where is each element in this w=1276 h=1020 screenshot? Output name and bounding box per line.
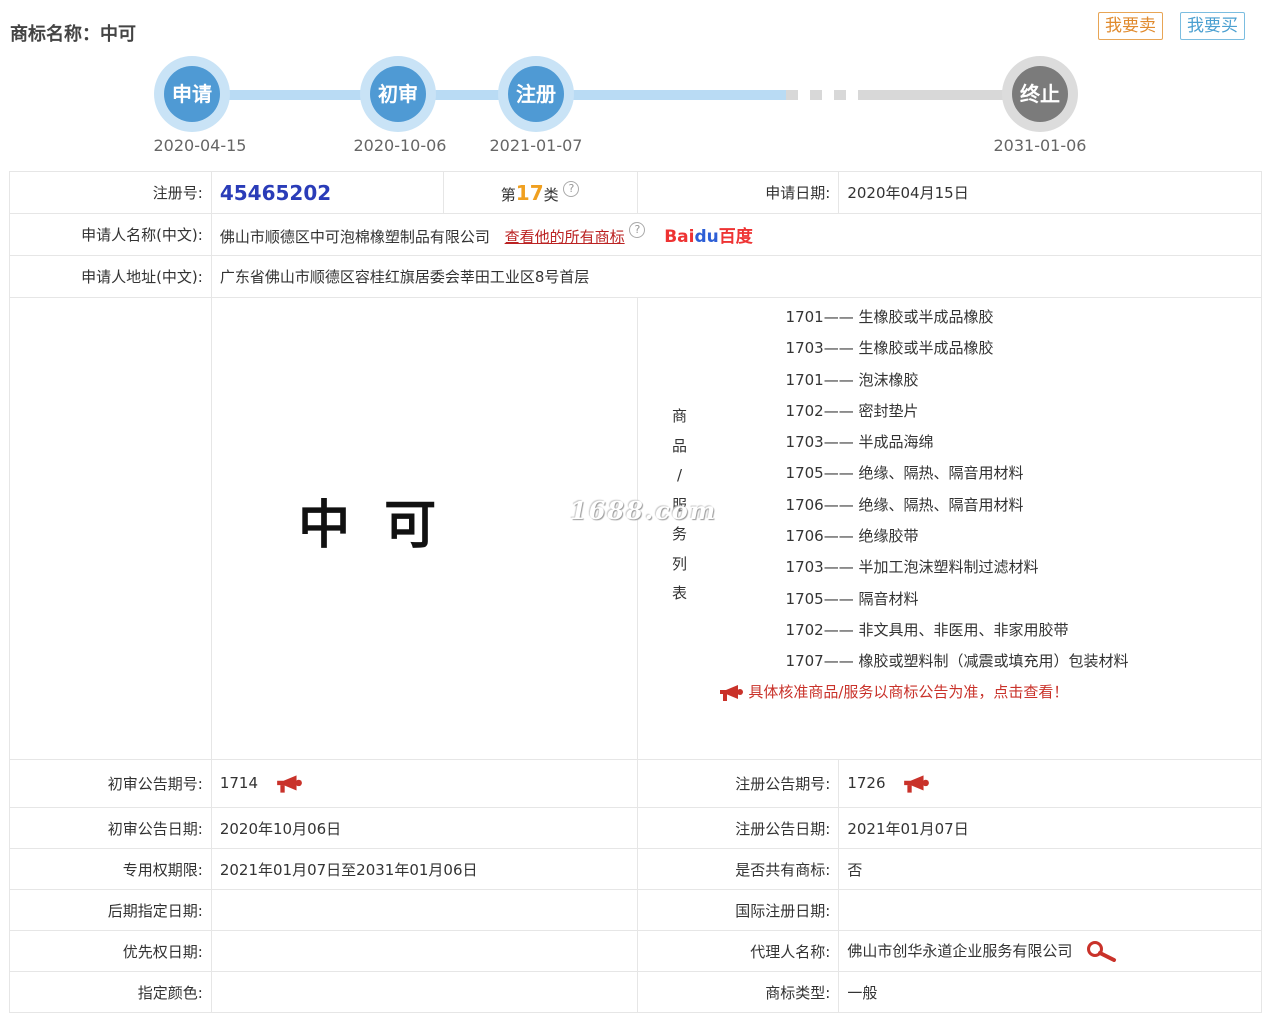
watermark: 1688.com — [570, 496, 718, 525]
applicant-label: 申请人名称(中文): — [9, 213, 212, 256]
table-row: 注册号: 45465202 第17类 ? 申请日期: 2020年04月15日 — [9, 171, 1262, 214]
timeline-step-register: 注册 — [498, 56, 574, 132]
timeline-step-terminate: 终止 — [1002, 56, 1078, 132]
applicant-name: 佛山市顺德区中可泡棉橡塑制品有限公司 — [219, 228, 490, 246]
table-row: 申请人名称(中文): 佛山市顺德区中可泡棉橡塑制品有限公司 查看他的所有商标 ?… — [9, 213, 1263, 256]
timeline-dashed-bar — [786, 90, 852, 100]
list-item: 1702—— 密封垫片 — [785, 401, 919, 420]
reg-no-label: 注册号: — [9, 171, 212, 214]
trademark-info-table: 注册号: 45465202 第17类 ? 申请日期: 2020年04月15日 申… — [9, 171, 1263, 1013]
table-row: 后期指定日期: 国际注册日期: — [9, 889, 1262, 931]
apply-date-label: 申请日期: — [636, 171, 840, 214]
list-item: 1703—— 半成品海绵 — [785, 433, 934, 452]
help-icon[interactable]: ? — [563, 180, 580, 197]
reg-no-cell: 45465202 — [210, 171, 444, 214]
address-label: 申请人地址(中文): — [9, 255, 212, 298]
buy-button[interactable]: 我要买 — [1180, 12, 1245, 40]
megaphone-icon — [719, 684, 743, 701]
class-number: 17 — [515, 180, 544, 205]
timeline-date-apply: 2020-04-15 — [153, 136, 247, 155]
table-row: 专用权期限: 2021年01月07日至2031年01月06日 是否共有商标: 否 — [9, 848, 1262, 890]
mark-image: 中可 — [298, 495, 471, 556]
agent-name: 佛山市创华永道企业服务有限公司 — [847, 941, 1073, 960]
megaphone-icon[interactable] — [902, 774, 930, 794]
list-item: 1705—— 隔音材料 — [785, 589, 919, 608]
megaphone-icon[interactable] — [275, 774, 303, 794]
goods-list: 1701—— 生橡胶或半成品橡胶 1703—— 生橡胶或半成品橡胶 1701——… — [786, 302, 1129, 678]
table-row: 商标图片 中可 商品/服务列表 1701—— 生橡胶或半成品橡胶 1703—— … — [9, 297, 1263, 760]
apply-date-value: 2020年04月15日 — [838, 171, 1262, 214]
list-item: 1706—— 绝缘、隔热、隔音用材料 — [785, 495, 1024, 514]
table-row: 优先权日期: 代理人名称: 佛山市创华永道企业服务有限公司 — [9, 930, 1262, 972]
title-value: 中可 — [100, 24, 136, 45]
timeline-step-apply: 申请 — [154, 56, 230, 132]
list-item: 1702—— 非文具用、非医用、非家用胶带 — [785, 620, 1069, 639]
class-cell: 第17类 ? — [442, 171, 638, 214]
mark-image-cell: 中可 — [210, 297, 638, 760]
list-item: 1703—— 生橡胶或半成品橡胶 — [785, 339, 994, 358]
timeline-progress-bar — [190, 90, 786, 100]
help-icon[interactable]: ? — [629, 222, 646, 238]
timeline-step-preliminary: 初审 — [360, 56, 436, 132]
search-icon[interactable] — [1085, 940, 1117, 963]
applicant-cell: 佛山市顺德区中可泡棉橡塑制品有限公司 查看他的所有商标 ? Baidu百度 — [210, 213, 1263, 256]
preliminary-issue-no: 1714 — [219, 773, 259, 792]
goods-notice-link[interactable]: 具体核准商品/服务以商标公告为准，点击查看！ — [718, 681, 1068, 702]
reg-no-value: 45465202 — [219, 180, 332, 205]
baidu-logo[interactable]: Baidu百度 — [664, 222, 753, 247]
list-item: 1701—— 生橡胶或半成品橡胶 — [785, 308, 994, 326]
table-row: 申请人地址(中文): 广东省佛山市顺德区容桂红旗居委会莘田工业区8号首层 — [9, 255, 1263, 298]
status-timeline: 申请 初审 注册 终止 2020-04-15 2020-10-06 2021-0… — [0, 50, 1276, 165]
title-label: 商标名称： — [10, 24, 100, 45]
paw-icon: du — [694, 227, 719, 247]
list-item: 1707—— 橡胶或塑料制（减震或填充用）包装材料 — [785, 652, 1129, 671]
address-value: 广东省佛山市顺德区容桂红旗居委会莘田工业区8号首层 — [210, 255, 1263, 298]
goods-cell: 商品 / 服务列表 1701—— 生橡胶或半成品橡胶 1703—— 生橡胶或半成品橡… — [636, 297, 1263, 760]
sell-button[interactable]: 我要卖 — [1098, 12, 1163, 40]
timeline-date-preliminary: 2020-10-06 — [353, 136, 447, 155]
table-row: 初审公告期号: 1714 注册公告期号: 1726 — [9, 759, 1262, 808]
list-item: 1706—— 绝缘胶带 — [785, 527, 919, 546]
page-title: 商标名称：中可 — [10, 20, 136, 46]
table-row: 指定颜色: 商标类型: 一般 — [9, 971, 1262, 1013]
timeline-date-register: 2021-01-07 — [489, 136, 583, 155]
list-item: 1701—— 泡沫橡胶 — [785, 370, 919, 389]
list-item: 1705—— 绝缘、隔热、隔音用材料 — [785, 464, 1024, 483]
list-item: 1703—— 半加工泡沫塑料制过滤材料 — [785, 558, 1039, 577]
timeline-date-terminate: 2031-01-06 — [993, 136, 1087, 155]
register-issue-no: 1726 — [847, 773, 886, 792]
table-row: 初审公告日期: 2020年10月06日 注册公告日期: 2021年01月07日 — [9, 807, 1262, 849]
all-marks-link[interactable]: 查看他的所有商标 — [505, 228, 625, 246]
